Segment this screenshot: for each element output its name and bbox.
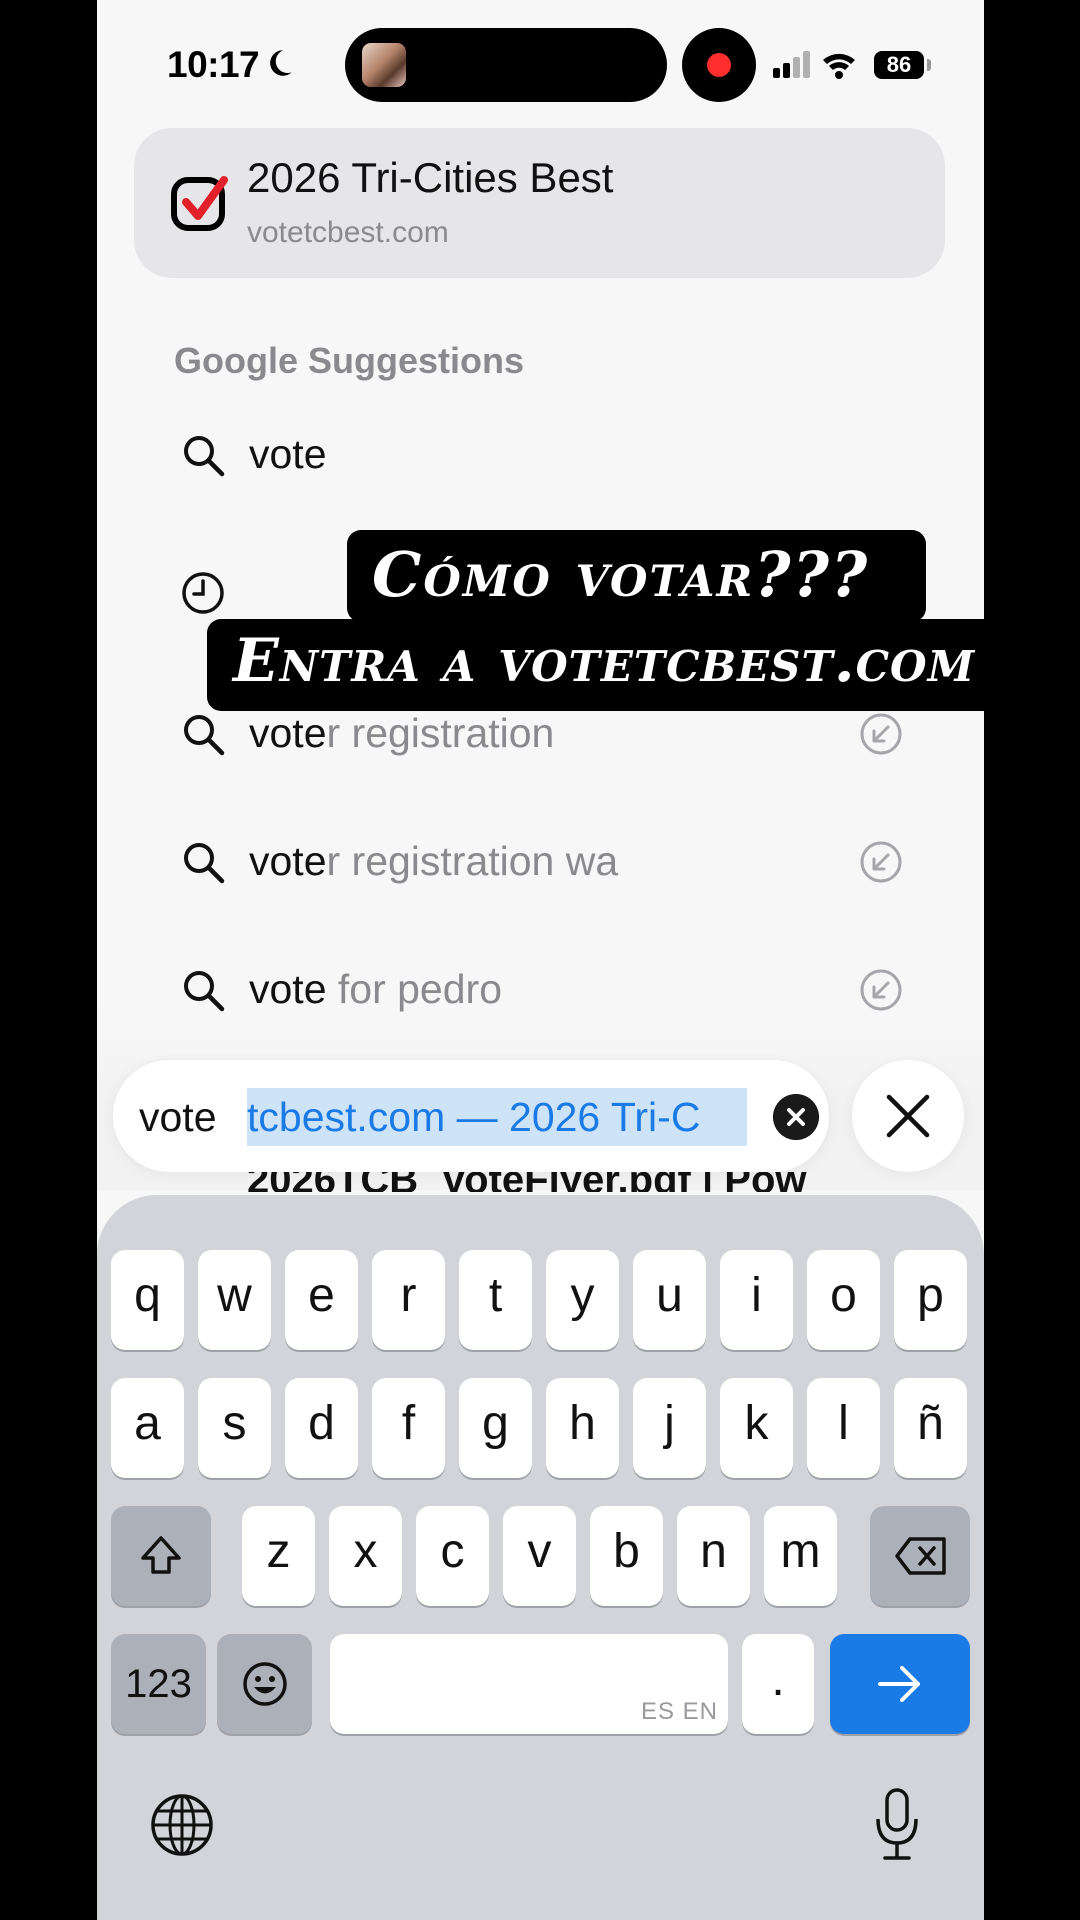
moon-icon <box>270 50 292 76</box>
suggestion-text: vote for pedro <box>249 966 502 1012</box>
key-f[interactable]: f <box>372 1378 445 1478</box>
emoji-icon <box>243 1662 287 1706</box>
search-icon <box>184 843 225 884</box>
screen-recording-indicator[interactable] <box>682 28 756 102</box>
search-icon <box>184 715 225 756</box>
key-z[interactable]: z <box>242 1506 315 1606</box>
address-typed-text: vote <box>139 1094 217 1140</box>
now-playing-thumbnail <box>362 43 406 87</box>
key-t[interactable]: t <box>459 1250 532 1350</box>
key-m[interactable]: m <box>764 1506 837 1606</box>
top-hit-card[interactable]: 2026 Tri-Cities Best votetcbest.com <box>134 128 945 278</box>
suggestion-row[interactable]: voter registration wa <box>97 822 984 902</box>
key-q[interactable]: q <box>111 1250 184 1350</box>
top-hit-url: votetcbest.com <box>247 216 449 249</box>
space-bar[interactable]: ES EN <box>330 1634 728 1734</box>
key-a[interactable]: a <box>111 1378 184 1478</box>
suggestion-text: vote <box>249 431 327 477</box>
key-h[interactable]: h <box>546 1378 619 1478</box>
close-icon <box>886 1094 930 1138</box>
key-b[interactable]: b <box>590 1506 663 1606</box>
backspace-icon <box>895 1537 946 1575</box>
period-key[interactable]: . <box>742 1634 814 1734</box>
arrow-right-icon <box>878 1666 920 1702</box>
key-d[interactable]: d <box>285 1378 358 1478</box>
key-y[interactable]: y <box>546 1250 619 1350</box>
delete-key[interactable] <box>870 1506 970 1606</box>
key-l[interactable]: l <box>807 1378 880 1478</box>
signal-wifi-icons <box>773 51 855 79</box>
key-c[interactable]: c <box>416 1506 489 1606</box>
key-r[interactable]: r <box>372 1250 445 1350</box>
keyboard: q w e r t y u i o p a s d f g h j k l ñ … <box>97 1195 984 1920</box>
fill-suggestion-icon[interactable] <box>859 840 903 884</box>
suggestion-row[interactable]: vote <box>97 415 984 495</box>
caption-line-1: Cómo votar??? <box>372 538 870 611</box>
hidden-suggestion-peek: 2026TCB_VoteFlyer.pdf | Pow <box>247 1172 947 1192</box>
key-s[interactable]: s <box>198 1378 271 1478</box>
phone-screen: 10:17 86 2026 Tri-Cities Best votetcbest… <box>97 0 984 1920</box>
numbers-key[interactable]: 123 <box>111 1634 206 1734</box>
address-bar[interactable]: vote tcbest.com — 2026 Tri-C <box>113 1060 829 1172</box>
key-v[interactable]: v <box>503 1506 576 1606</box>
status-time: 10:17 <box>167 44 260 85</box>
key-w[interactable]: w <box>198 1250 271 1350</box>
emoji-key[interactable] <box>217 1634 312 1734</box>
shift-icon <box>141 1536 181 1574</box>
battery-indicator: 86 <box>874 51 924 79</box>
key-enye[interactable]: ñ <box>894 1378 967 1478</box>
dynamic-island[interactable] <box>345 28 667 102</box>
key-o[interactable]: o <box>807 1250 880 1350</box>
top-hit-title: 2026 Tri-Cities Best <box>247 154 614 201</box>
shift-key[interactable] <box>111 1506 211 1606</box>
clear-text-icon[interactable] <box>773 1094 819 1140</box>
autocomplete-text: tcbest.com — 2026 Tri-C <box>247 1094 701 1140</box>
checkmark-box-icon <box>171 176 228 231</box>
key-x[interactable]: x <box>329 1506 402 1606</box>
status-bar: 10:17 86 <box>97 0 984 130</box>
globe-icon[interactable] <box>149 1792 215 1858</box>
search-icon <box>184 971 225 1012</box>
suggestion-text: voter registration wa <box>249 838 619 884</box>
key-e[interactable]: e <box>285 1250 358 1350</box>
search-icon <box>184 436 225 477</box>
microphone-icon[interactable] <box>873 1787 921 1863</box>
battery-tip <box>927 59 931 71</box>
key-u[interactable]: u <box>633 1250 706 1350</box>
key-k[interactable]: k <box>720 1378 793 1478</box>
suggestion-text: voter registration <box>249 710 555 756</box>
key-g[interactable]: g <box>459 1378 532 1478</box>
key-i[interactable]: i <box>720 1250 793 1350</box>
language-hint: ES EN <box>640 1698 718 1725</box>
caption-line-2: Entra a votetcbest.com <box>233 626 976 696</box>
autocomplete-selection: tcbest.com — 2026 Tri-C <box>247 1088 747 1146</box>
record-dot-icon <box>707 53 731 77</box>
suggestions-header: Google Suggestions <box>174 340 525 381</box>
key-p[interactable]: p <box>894 1250 967 1350</box>
go-button[interactable] <box>830 1634 970 1734</box>
history-icon <box>182 572 224 614</box>
fill-suggestion-icon[interactable] <box>859 968 903 1012</box>
fill-suggestion-icon[interactable] <box>859 712 903 756</box>
cancel-button[interactable] <box>852 1060 964 1172</box>
key-n[interactable]: n <box>677 1506 750 1606</box>
key-j[interactable]: j <box>633 1378 706 1478</box>
